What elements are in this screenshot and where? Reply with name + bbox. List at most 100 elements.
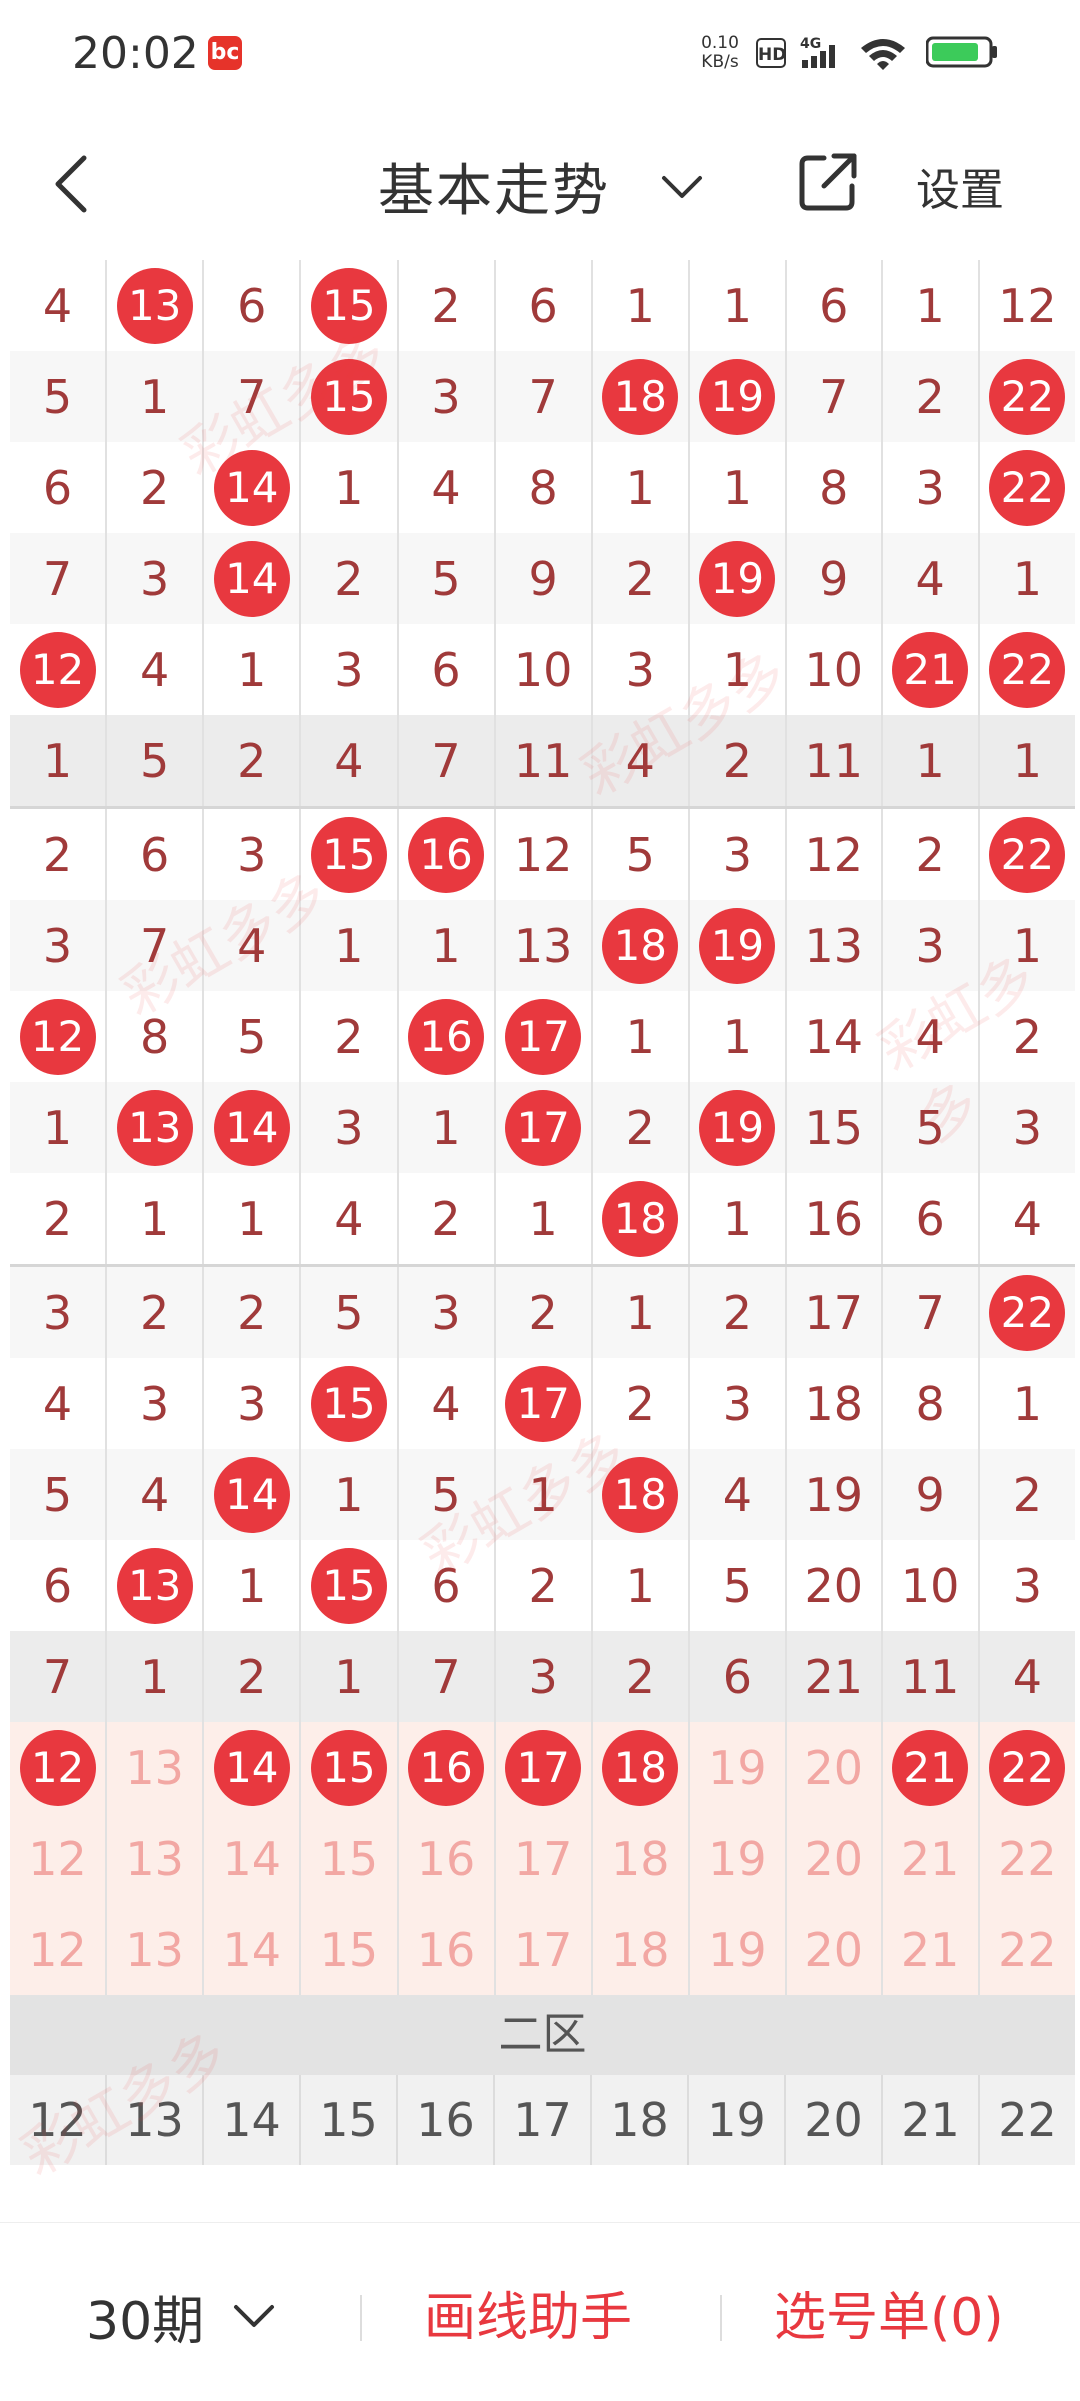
trend-cell[interactable]: 6 [785, 260, 882, 351]
trend-cell[interactable]: 1 [590, 260, 689, 351]
trend-cell[interactable]: 16 [785, 1173, 882, 1266]
trend-cell[interactable]: 3 [299, 1082, 398, 1173]
trend-cell[interactable]: 2 [10, 1173, 106, 1266]
trend-cell[interactable]: 4 [105, 624, 204, 715]
trend-cell[interactable]: 17 [493, 1813, 592, 1904]
trend-cell[interactable]: 4 [396, 442, 495, 533]
trend-cell[interactable]: 5 [396, 1449, 495, 1540]
trend-cell[interactable]: 2 [202, 1631, 301, 1722]
trend-cell[interactable]: 11 [785, 715, 882, 808]
trend-cell[interactable]: 15 [299, 351, 398, 442]
trend-cell[interactable]: 1 [105, 1631, 204, 1722]
trend-cell[interactable]: 3 [493, 1631, 592, 1722]
trend-cell[interactable]: 17 [493, 1358, 592, 1449]
trend-cell[interactable]: 12 [10, 1813, 107, 1904]
trend-cell[interactable]: 14 [202, 1813, 301, 1904]
zone-number[interactable]: 22 [978, 2075, 1075, 2165]
zone-number[interactable]: 15 [299, 2075, 397, 2165]
trend-cell[interactable]: 22 [977, 1813, 1075, 1904]
trend-cell[interactable]: 2 [590, 533, 689, 624]
trend-cell[interactable]: 11 [880, 1631, 979, 1722]
trend-cell[interactable]: 17 [493, 1904, 592, 1995]
trend-cell[interactable]: 18 [590, 1449, 689, 1540]
trend-cell[interactable]: 7 [880, 1264, 979, 1358]
trend-cell[interactable]: 12 [977, 260, 1075, 351]
trend-cell[interactable]: 2 [590, 1082, 689, 1173]
trend-cell[interactable]: 6 [202, 260, 301, 351]
trend-cell[interactable]: 1 [687, 1173, 786, 1266]
trend-cell[interactable]: 22 [977, 806, 1075, 900]
trend-cell[interactable]: 1 [299, 900, 398, 991]
trend-cell[interactable]: 1 [590, 1540, 689, 1631]
chevron-down-icon[interactable] [232, 2299, 276, 2331]
trend-cell[interactable]: 1 [396, 900, 495, 991]
trend-cell[interactable]: 13 [105, 260, 204, 351]
page-title[interactable]: 基本走势 [378, 146, 610, 227]
trend-cell[interactable]: 14 [202, 533, 301, 624]
trend-cell[interactable]: 8 [105, 991, 204, 1082]
trend-cell[interactable]: 2 [493, 1264, 592, 1358]
trend-cell[interactable]: 1 [590, 991, 689, 1082]
trend-cell[interactable]: 3 [105, 533, 204, 624]
trend-cell[interactable]: 6 [396, 624, 495, 715]
trend-cell[interactable]: 4 [977, 1631, 1075, 1722]
trend-cell[interactable]: 2 [590, 1358, 689, 1449]
trend-cell[interactable]: 19 [687, 1722, 786, 1813]
trend-cell[interactable]: 12 [10, 624, 106, 715]
trend-cell[interactable]: 15 [299, 1904, 398, 1995]
trend-cell[interactable]: 5 [299, 1264, 398, 1358]
trend-cell[interactable]: 3 [10, 900, 107, 991]
trend-cell[interactable]: 4 [590, 715, 689, 808]
trend-cell[interactable]: 19 [687, 1904, 786, 1995]
trend-cell[interactable]: 2 [105, 1264, 204, 1358]
trend-cell[interactable]: 1 [299, 1449, 398, 1540]
trend-cell[interactable]: 1 [880, 715, 979, 808]
trend-cell[interactable]: 3 [202, 1358, 301, 1449]
trend-cell[interactable]: 18 [590, 1722, 689, 1813]
trend-cell[interactable]: 15 [785, 1082, 882, 1173]
trend-cell[interactable]: 21 [880, 1722, 979, 1813]
trend-cell[interactable]: 19 [687, 1813, 786, 1904]
trend-cell[interactable]: 9 [493, 533, 592, 624]
trend-cell[interactable]: 18 [590, 351, 689, 442]
zone-number[interactable]: 13 [105, 2075, 203, 2165]
zone-number[interactable]: 17 [493, 2075, 591, 2165]
trend-cell[interactable]: 2 [396, 1173, 495, 1266]
trend-cell[interactable]: 1 [105, 351, 204, 442]
picked-list-button[interactable]: 选号单(0) [774, 2275, 1004, 2350]
trend-cell[interactable]: 4 [299, 715, 398, 808]
zone-number[interactable]: 19 [687, 2075, 785, 2165]
trend-cell[interactable]: 21 [880, 624, 979, 715]
trend-cell[interactable]: 16 [396, 1904, 495, 1995]
trend-cell[interactable]: 11 [493, 715, 592, 808]
trend-cell[interactable]: 15 [299, 1722, 398, 1813]
trend-cell[interactable]: 21 [880, 1904, 979, 1995]
trend-cell[interactable]: 19 [687, 1082, 786, 1173]
trend-cell[interactable]: 13 [105, 1813, 204, 1904]
trend-cell[interactable]: 3 [396, 1264, 495, 1358]
trend-cell[interactable]: 10 [880, 1540, 979, 1631]
trend-cell[interactable]: 5 [396, 533, 495, 624]
trend-cell[interactable]: 1 [687, 260, 786, 351]
trend-cell[interactable]: 1 [493, 1449, 592, 1540]
share-icon[interactable] [794, 148, 862, 216]
trend-cell[interactable]: 6 [105, 806, 204, 900]
trend-cell[interactable]: 2 [105, 442, 204, 533]
trend-cell[interactable]: 3 [396, 351, 495, 442]
trend-cell[interactable]: 3 [880, 900, 979, 991]
trend-cell[interactable]: 1 [299, 442, 398, 533]
trend-cell[interactable]: 16 [396, 1722, 495, 1813]
trend-cell[interactable]: 13 [105, 1722, 204, 1813]
trend-cell[interactable]: 14 [202, 1082, 301, 1173]
trend-cell[interactable]: 21 [785, 1631, 882, 1722]
trend-cell[interactable]: 2 [299, 533, 398, 624]
zone-number[interactable]: 21 [881, 2075, 979, 2165]
trend-cell[interactable]: 2 [977, 1449, 1075, 1540]
trend-cell[interactable]: 4 [880, 533, 979, 624]
trend-cell[interactable]: 12 [10, 1722, 107, 1813]
trend-cell[interactable]: 3 [299, 624, 398, 715]
trend-cell[interactable]: 22 [977, 1264, 1075, 1358]
trend-cell[interactable]: 1 [202, 624, 301, 715]
trend-cell[interactable]: 1 [202, 1173, 301, 1266]
trend-cell[interactable]: 14 [785, 991, 882, 1082]
